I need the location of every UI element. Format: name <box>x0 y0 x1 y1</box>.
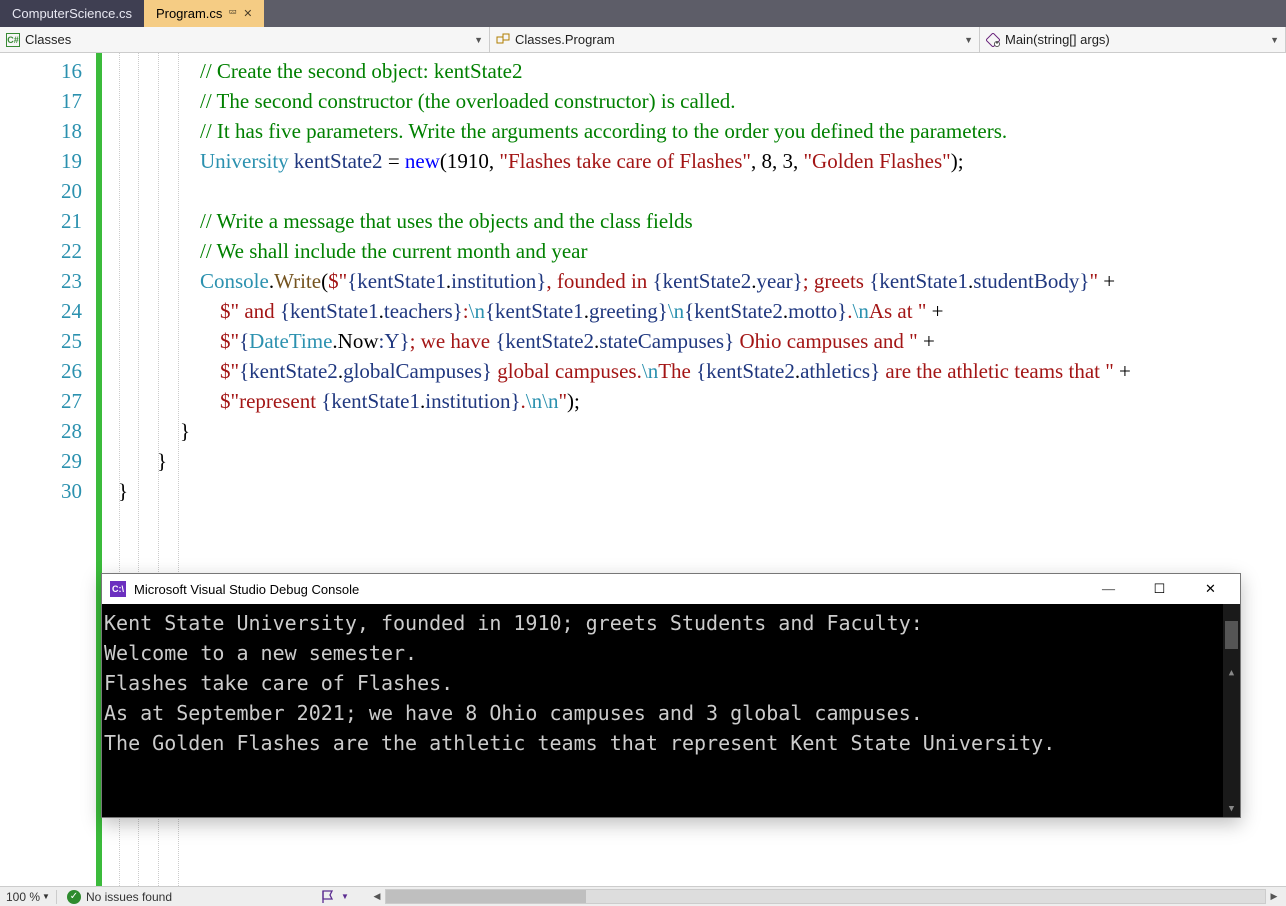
console-scrollbar[interactable]: ▲ ▼ <box>1223 604 1240 817</box>
scope-label: Classes <box>25 32 469 47</box>
line-number: 24 <box>0 296 92 326</box>
line-number: 19 <box>0 146 92 176</box>
console-line: Kent State University, founded in 1910; … <box>104 611 923 635</box>
console-output[interactable]: Kent State University, founded in 1910; … <box>102 604 1240 817</box>
close-icon[interactable]: ✕ <box>243 7 252 20</box>
code-line: $"{DateTime.Now:Y}; we have {kentState2.… <box>220 326 935 356</box>
document-tabs: ComputerScience.cs Program.cs ⮹ ✕ <box>0 0 1286 27</box>
issues-label: No issues found <box>86 890 172 904</box>
line-number: 25 <box>0 326 92 356</box>
code-line: // The second constructor (the overloade… <box>200 86 736 116</box>
console-titlebar[interactable]: C:\ Microsoft Visual Studio Debug Consol… <box>102 574 1240 604</box>
class-icon <box>496 33 510 47</box>
status-bar: 100 % ▼ ✓ No issues found ▼ ◀ ▶ <box>0 886 1286 906</box>
csharp-icon: C# <box>6 33 20 47</box>
line-number: 23 <box>0 266 92 296</box>
code-line: } <box>180 416 190 446</box>
tab-program[interactable]: Program.cs ⮹ ✕ <box>144 0 265 27</box>
line-number: 27 <box>0 386 92 416</box>
code-line: University kentState2 = new(1910, "Flash… <box>200 146 964 176</box>
class-label: Classes.Program <box>515 32 959 47</box>
code-line: } <box>118 476 128 506</box>
chevron-down-icon: ▼ <box>474 35 483 45</box>
code-line: } <box>157 446 167 476</box>
member-label: Main(string[] args) <box>1005 32 1265 47</box>
scope-dropdown[interactable]: C# Classes ▼ <box>0 27 490 52</box>
method-icon <box>986 33 1000 47</box>
member-dropdown[interactable]: Main(string[] args) ▼ <box>980 27 1286 52</box>
error-nav[interactable]: ▼ <box>312 890 359 904</box>
line-number: 16 <box>0 56 92 86</box>
chevron-down-icon: ▼ <box>1270 35 1279 45</box>
line-number: 20 <box>0 176 92 206</box>
line-number: 22 <box>0 236 92 266</box>
chevron-down-icon: ▼ <box>42 892 50 901</box>
code-line: $"represent {kentState1.institution}.\n\… <box>220 386 580 416</box>
line-number: 30 <box>0 476 92 506</box>
chevron-down-icon: ▼ <box>341 892 349 901</box>
chevron-down-icon: ▼ <box>964 35 973 45</box>
tab-label: Program.cs <box>156 6 222 21</box>
close-button[interactable]: ✕ <box>1189 574 1232 604</box>
zoom-value: 100 % <box>6 890 40 904</box>
issues-indicator[interactable]: ✓ No issues found <box>57 890 182 904</box>
console-title: Microsoft Visual Studio Debug Console <box>134 582 1079 597</box>
pin-icon[interactable]: ⮹ <box>228 7 237 20</box>
code-line: // Create the second object: kentState2 <box>200 56 522 86</box>
check-icon: ✓ <box>67 890 81 904</box>
scroll-track[interactable] <box>385 889 1266 904</box>
scroll-thumb[interactable] <box>386 890 586 903</box>
maximize-button[interactable]: ☐ <box>1138 574 1181 604</box>
debug-console-window: C:\ Microsoft Visual Studio Debug Consol… <box>101 573 1241 818</box>
code-line: // We shall include the current month an… <box>200 236 587 266</box>
scroll-right-icon[interactable]: ▶ <box>1266 891 1282 902</box>
code-line: // Write a message that uses the objects… <box>200 206 693 236</box>
line-number: 28 <box>0 416 92 446</box>
class-dropdown[interactable]: Classes.Program ▼ <box>490 27 980 52</box>
line-number: 29 <box>0 446 92 476</box>
tab-computer-science[interactable]: ComputerScience.cs <box>0 0 144 27</box>
code-line: // It has five parameters. Write the arg… <box>200 116 1007 146</box>
line-number: 26 <box>0 356 92 386</box>
line-number: 18 <box>0 116 92 146</box>
code-line: $" and {kentState1.teachers}:\n{kentStat… <box>220 296 944 326</box>
horizontal-scrollbar[interactable]: ◀ ▶ <box>359 889 1286 904</box>
code-line: $"{kentState2.globalCampuses} global cam… <box>220 356 1131 386</box>
tab-label: ComputerScience.cs <box>12 6 132 21</box>
navigation-bar: C# Classes ▼ Classes.Program ▼ Main(stri… <box>0 27 1286 53</box>
scroll-left-icon[interactable]: ◀ <box>369 891 385 902</box>
vs-icon: C:\ <box>110 581 126 597</box>
minimize-button[interactable]: — <box>1087 574 1130 604</box>
scroll-down-icon[interactable]: ▼ <box>1223 800 1240 817</box>
code-line: Console.Write($"{kentState1.institution}… <box>200 266 1115 296</box>
code-editor[interactable]: 16 17 18 19 20 21 22 23 24 25 26 27 28 2… <box>0 53 1286 886</box>
console-line: As at September 2021; we have 8 Ohio cam… <box>104 701 923 725</box>
console-line: The Golden Flashes are the athletic team… <box>104 731 1055 755</box>
zoom-dropdown[interactable]: 100 % ▼ <box>0 890 56 904</box>
console-line: Flashes take care of Flashes. <box>104 671 453 695</box>
scroll-thumb[interactable] <box>1225 621 1238 649</box>
line-number: 21 <box>0 206 92 236</box>
flag-icon <box>322 890 338 904</box>
scroll-up-icon[interactable]: ▲ <box>1223 664 1240 681</box>
console-line: Welcome to a new semester. <box>104 641 417 665</box>
line-number: 17 <box>0 86 92 116</box>
